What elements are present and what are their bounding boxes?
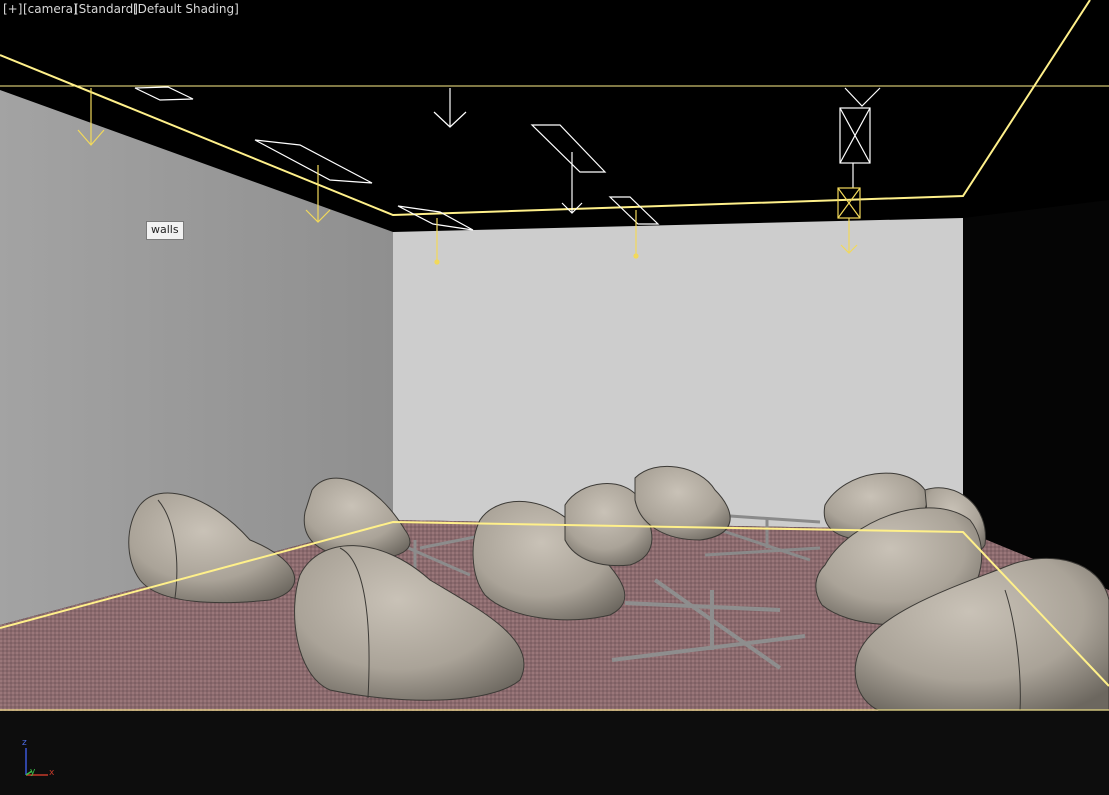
axis-x-label: x xyxy=(49,768,55,778)
spot-light-icon[interactable] xyxy=(433,88,467,128)
viewport-bottom-area xyxy=(0,711,1109,795)
viewport-shading-label[interactable]: [Default Shading] xyxy=(133,2,239,16)
viewport-menu-plus[interactable]: [+] xyxy=(3,2,22,16)
viewport-standard-label[interactable]: [Standard] xyxy=(74,2,138,16)
scene-canvas[interactable] xyxy=(0,0,1109,711)
axis-z-label: z xyxy=(22,738,27,748)
spot-light-icon[interactable] xyxy=(530,124,607,214)
axis-y-label: y xyxy=(30,767,36,777)
axis-tripod-icon: z y x xyxy=(18,738,68,785)
object-name-tooltip: walls xyxy=(146,221,184,240)
viewport-point-of-view-label[interactable]: [camera] xyxy=(23,2,78,16)
perspective-viewport[interactable]: [+] [camera] [Standard] [Default Shading… xyxy=(0,0,1109,795)
